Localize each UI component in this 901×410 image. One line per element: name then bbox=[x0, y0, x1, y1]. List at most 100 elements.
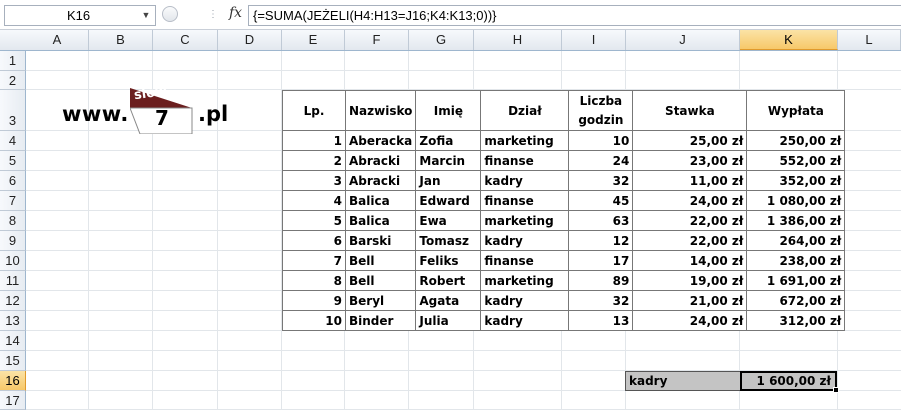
table-cell[interactable]: 23,00 zł bbox=[632, 150, 748, 171]
table-cell[interactable]: Balica bbox=[344, 210, 417, 231]
table-cell[interactable]: finanse bbox=[480, 250, 570, 271]
table-cell[interactable]: 32 bbox=[568, 290, 634, 311]
table-cell[interactable]: 22,00 zł bbox=[632, 230, 748, 251]
table-cell[interactable]: kadry bbox=[480, 310, 570, 331]
table-cell[interactable]: Agata bbox=[415, 290, 482, 311]
table-cell[interactable]: Feliks bbox=[415, 250, 482, 271]
row-header-2[interactable]: 2 bbox=[0, 71, 26, 90]
row-header-17[interactable]: 17 bbox=[0, 391, 26, 410]
table-cell[interactable]: finanse bbox=[480, 190, 570, 211]
column-header-j[interactable]: J bbox=[626, 30, 740, 50]
name-box[interactable]: K16 ▼ bbox=[4, 5, 156, 26]
table-cell[interactable]: 4 bbox=[282, 190, 346, 211]
table-cell[interactable]: 25,00 zł bbox=[632, 130, 748, 151]
table-cell[interactable]: marketing bbox=[480, 270, 570, 291]
table-cell[interactable]: 250,00 zł bbox=[746, 130, 846, 151]
table-cell[interactable]: 32 bbox=[568, 170, 634, 191]
table-cell[interactable]: 3 bbox=[282, 170, 346, 191]
table-cell[interactable]: Julia bbox=[415, 310, 482, 331]
table-cell[interactable]: Barski bbox=[344, 230, 417, 251]
table-cell[interactable]: 12 bbox=[568, 230, 634, 251]
row-header-5[interactable]: 5 bbox=[0, 151, 26, 171]
column-header-f[interactable]: F bbox=[345, 30, 409, 50]
table-cell[interactable]: 312,00 zł bbox=[746, 310, 846, 331]
row-header-13[interactable]: 13 bbox=[0, 311, 26, 331]
table-header-cell[interactable]: Lp. bbox=[282, 90, 346, 131]
table-cell[interactable]: 45 bbox=[568, 190, 634, 211]
column-header-i[interactable]: I bbox=[562, 30, 626, 50]
table-cell[interactable]: kadry bbox=[480, 290, 570, 311]
column-header-l[interactable]: L bbox=[838, 30, 901, 50]
table-cell[interactable]: 238,00 zł bbox=[746, 250, 846, 271]
table-cell[interactable]: Marcin bbox=[415, 150, 482, 171]
table-header-cell[interactable]: Dział bbox=[480, 90, 570, 131]
formula-bar-toggle-icon[interactable] bbox=[162, 6, 178, 22]
row-header-16[interactable]: 16 bbox=[0, 371, 26, 391]
table-cell[interactable]: Tomasz bbox=[415, 230, 482, 251]
table-cell[interactable]: Robert bbox=[415, 270, 482, 291]
table-cell[interactable]: 17 bbox=[568, 250, 634, 271]
table-cell[interactable]: Abracki bbox=[344, 170, 417, 191]
table-cell[interactable]: 2 bbox=[282, 150, 346, 171]
table-cell[interactable]: 14,00 zł bbox=[632, 250, 748, 271]
table-cell[interactable]: 63 bbox=[568, 210, 634, 231]
table-cell[interactable]: 11,00 zł bbox=[632, 170, 748, 191]
table-cell[interactable]: marketing bbox=[480, 130, 570, 151]
table-cell[interactable]: kadry bbox=[480, 230, 570, 251]
table-cell[interactable]: 21,00 zł bbox=[632, 290, 748, 311]
result-cell[interactable]: 1 600,00 zł bbox=[740, 371, 839, 393]
table-cell[interactable]: 5 bbox=[282, 210, 346, 231]
table-cell[interactable]: 9 bbox=[282, 290, 346, 311]
row-header-11[interactable]: 11 bbox=[0, 271, 26, 291]
table-cell[interactable]: Abracki bbox=[344, 150, 417, 171]
table-cell[interactable]: Beryl bbox=[344, 290, 417, 311]
table-cell[interactable]: 8 bbox=[282, 270, 346, 291]
row-header-9[interactable]: 9 bbox=[0, 231, 26, 251]
formula-input[interactable]: {=SUMA(JEŻELI(H4:H13=J16;K4:K13;0))} bbox=[248, 5, 901, 26]
table-cell[interactable]: 19,00 zł bbox=[632, 270, 748, 291]
row-header-10[interactable]: 10 bbox=[0, 251, 26, 271]
table-cell[interactable]: Aberacka bbox=[344, 130, 417, 151]
column-header-k[interactable]: K bbox=[740, 30, 838, 50]
column-header-h[interactable]: H bbox=[474, 30, 562, 50]
insert-function-icon[interactable]: fx bbox=[229, 5, 242, 21]
table-cell[interactable]: Jan bbox=[415, 170, 482, 191]
column-header-d[interactable]: D bbox=[218, 30, 282, 50]
criteria-cell[interactable]: kadry bbox=[625, 371, 741, 391]
table-cell[interactable]: 13 bbox=[568, 310, 634, 331]
table-cell[interactable]: 352,00 zł bbox=[746, 170, 846, 191]
table-cell[interactable]: 1 bbox=[282, 130, 346, 151]
table-cell[interactable]: Binder bbox=[344, 310, 417, 331]
table-header-cell[interactable]: Liczba godzin bbox=[568, 90, 634, 131]
row-header-6[interactable]: 6 bbox=[0, 171, 26, 191]
table-cell[interactable]: 552,00 zł bbox=[746, 150, 846, 171]
table-cell[interactable]: Balica bbox=[344, 190, 417, 211]
table-cell[interactable]: 672,00 zł bbox=[746, 290, 846, 311]
row-header-15[interactable]: 15 bbox=[0, 351, 26, 371]
row-header-4[interactable]: 4 bbox=[0, 131, 26, 151]
table-cell[interactable]: 1 386,00 zł bbox=[746, 210, 846, 231]
table-cell[interactable]: 1 080,00 zł bbox=[746, 190, 846, 211]
table-cell[interactable]: 24,00 zł bbox=[632, 190, 748, 211]
table-cell[interactable]: 22,00 zł bbox=[632, 210, 748, 231]
row-header-14[interactable]: 14 bbox=[0, 331, 26, 351]
row-header-8[interactable]: 8 bbox=[0, 211, 26, 231]
table-cell[interactable]: 10 bbox=[568, 130, 634, 151]
table-cell[interactable]: kadry bbox=[480, 170, 570, 191]
table-cell[interactable]: 89 bbox=[568, 270, 634, 291]
column-header-g[interactable]: G bbox=[409, 30, 474, 50]
table-cell[interactable]: Ewa bbox=[415, 210, 482, 231]
table-cell[interactable]: marketing bbox=[480, 210, 570, 231]
table-cell[interactable]: finanse bbox=[480, 150, 570, 171]
table-cell[interactable]: 264,00 zł bbox=[746, 230, 846, 251]
column-header-a[interactable]: A bbox=[26, 30, 89, 50]
table-cell[interactable]: Bell bbox=[344, 270, 417, 291]
table-cell[interactable]: Edward bbox=[415, 190, 482, 211]
fill-handle[interactable] bbox=[833, 387, 839, 393]
table-cell[interactable]: 24 bbox=[568, 150, 634, 171]
table-header-cell[interactable]: Imię bbox=[415, 90, 482, 131]
table-cell[interactable]: 7 bbox=[282, 250, 346, 271]
table-cell[interactable]: 10 bbox=[282, 310, 346, 331]
row-header-1[interactable]: 1 bbox=[0, 51, 26, 71]
splitter-handle-icon[interactable]: ⋮ bbox=[208, 9, 218, 20]
